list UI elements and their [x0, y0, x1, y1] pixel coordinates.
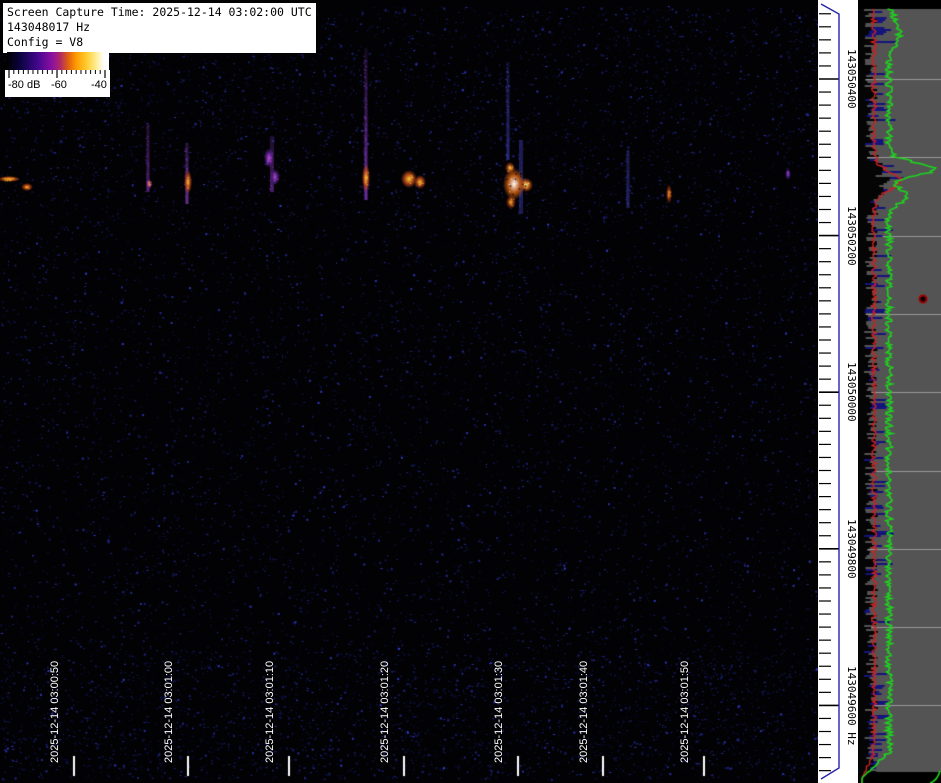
time-label: 2025-12-14 03:01:20 — [379, 661, 392, 763]
config-text: Config = V8 — [7, 35, 312, 50]
center-frequency-text: 143048017 Hz — [7, 20, 312, 35]
color-scale-gradient-bar — [7, 52, 109, 70]
frequency-label: 143050200 — [845, 206, 858, 266]
capture-time-text: Screen Capture Time: 2025-12-14 03:02:00… — [7, 5, 312, 20]
time-label: 2025-12-14 03:01:30 — [493, 661, 506, 763]
frequency-label: 143050400 — [845, 49, 858, 109]
live-spectrum-panel — [858, 0, 941, 783]
time-label: 2025-12-14 03:01:50 — [679, 661, 692, 763]
color-scale-legend: -80 dB -60 -40 — [5, 52, 110, 97]
color-scale-label-area: -80 dB -60 -40 — [5, 70, 110, 97]
db-label-neg60: -60 — [51, 79, 67, 91]
spectrum-lab-screen-capture: 2025-12-14 03:00:50 2025-12-14 03:01:00 20… — [0, 0, 941, 783]
frequency-label: 143049600 Hz — [845, 666, 858, 745]
capture-info-box: Screen Capture Time: 2025-12-14 03:02:00… — [2, 2, 317, 54]
time-label: 2025-12-14 03:01:40 — [578, 661, 591, 763]
color-scale-ticks — [5, 70, 110, 79]
frequency-label: 143050000 — [845, 362, 858, 422]
db-label-neg40: -40 — [91, 79, 107, 91]
frequency-label: 143049800 — [845, 519, 858, 579]
waterfall-spectrogram — [0, 0, 818, 783]
time-label: 2025-12-14 03:01:10 — [264, 661, 277, 763]
time-label: 2025-12-14 03:01:00 — [163, 661, 176, 763]
time-label: 2025-12-14 03:00:50 — [49, 661, 62, 763]
db-label-neg80: -80 dB — [8, 79, 40, 91]
